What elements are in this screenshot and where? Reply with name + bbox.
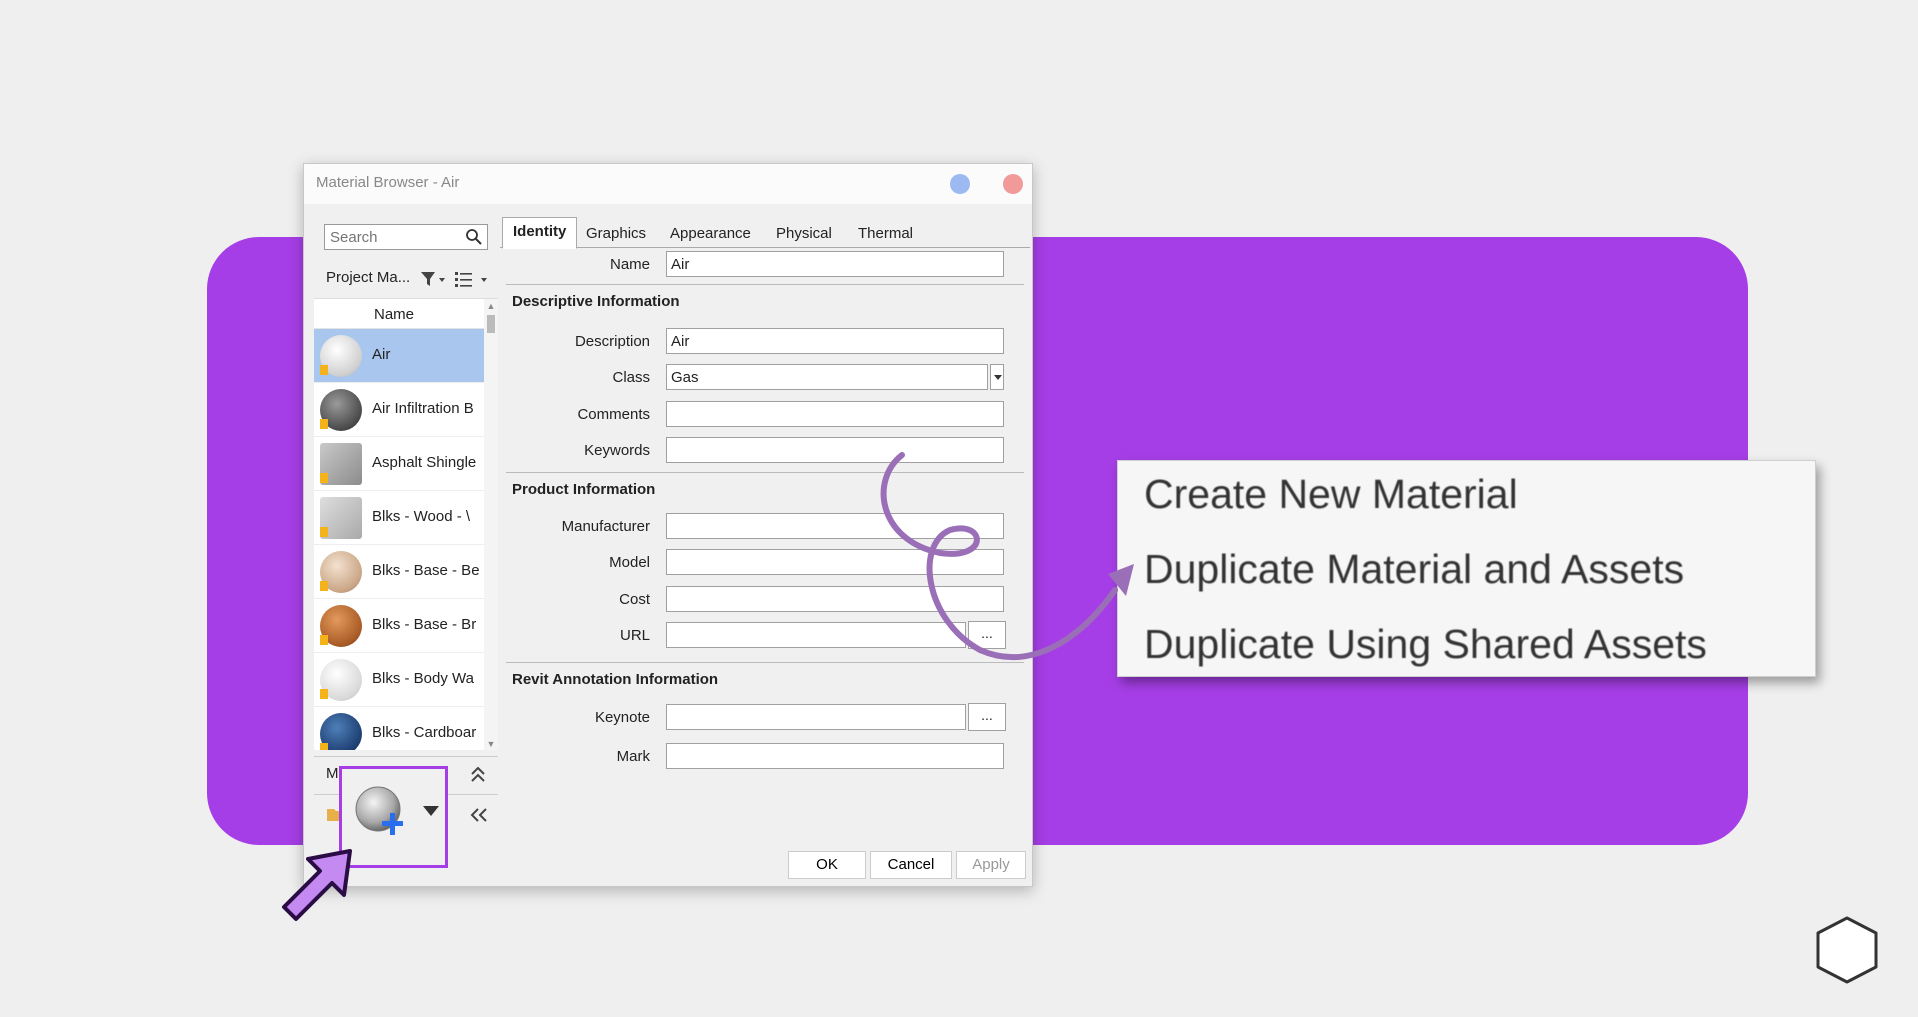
window-title: Material Browser - Air (316, 174, 460, 191)
material-badge (320, 419, 328, 429)
double-chevron-left-icon[interactable] (468, 805, 490, 825)
class-dropdown-button[interactable] (990, 364, 1004, 390)
material-list-pane: Project Ma... Name Air Air Infiltration … (314, 214, 498, 834)
class-label: Class (612, 369, 650, 386)
material-row[interactable]: Air (314, 329, 484, 383)
material-badge (320, 743, 328, 750)
new-material-icon[interactable] (354, 785, 410, 841)
minimize-button[interactable] (950, 174, 970, 194)
name-label: Name (609, 256, 650, 273)
material-badge (320, 635, 328, 645)
url-label: URL (619, 627, 650, 644)
search-box[interactable] (324, 224, 488, 250)
url-browse-button[interactable]: ... (968, 621, 1006, 649)
scroll-up-icon[interactable]: ▲ (486, 301, 496, 311)
keynote-label: Keynote (594, 709, 650, 726)
property-tabs: Identity Graphics Appearance Physical Th… (500, 214, 1030, 249)
menu-item-create-new-material[interactable]: Create New Material (1144, 471, 1518, 518)
description-input[interactable]: Air (666, 328, 1004, 354)
material-row[interactable]: Blks - Base - Br (314, 599, 484, 653)
create-material-menu: Create New Material Duplicate Material a… (1117, 460, 1816, 677)
section-divider (506, 284, 1024, 285)
ok-button[interactable]: OK (788, 851, 866, 879)
class-select[interactable]: Gas (666, 364, 988, 390)
mark-label: Mark (616, 748, 650, 765)
close-button[interactable] (1003, 174, 1023, 194)
search-icon[interactable] (465, 228, 483, 246)
filter-icon[interactable] (420, 270, 448, 288)
material-row[interactable]: Blks - Cardboar (314, 707, 484, 750)
name-input[interactable]: Air (666, 251, 1004, 277)
title-bar[interactable]: Material Browser - Air (304, 164, 1032, 204)
section-divider (506, 472, 1024, 473)
material-badge (320, 473, 328, 483)
library-selector-row: Project Ma... (314, 260, 498, 296)
create-material-button-highlight[interactable] (339, 766, 448, 868)
comments-input[interactable] (666, 401, 1004, 427)
material-row[interactable]: Asphalt Shingle (314, 437, 484, 491)
tab-physical[interactable]: Physical (766, 220, 842, 248)
material-badge (320, 689, 328, 699)
description-label: Description (574, 333, 650, 350)
keynote-browse-button[interactable]: ... (968, 703, 1006, 731)
section-descriptive-title: Descriptive Information (512, 293, 680, 310)
manufacturer-label: Manufacturer (561, 518, 650, 535)
material-row[interactable]: Blks - Body Wa (314, 653, 484, 707)
scroll-thumb[interactable] (487, 315, 495, 333)
url-input[interactable] (666, 622, 966, 648)
cost-input[interactable] (666, 586, 1004, 612)
tab-appearance[interactable]: Appearance (660, 220, 761, 248)
tab-identity[interactable]: Identity (502, 217, 578, 249)
keynote-input[interactable] (666, 704, 966, 730)
material-row[interactable]: Blks - Base - Be (314, 545, 484, 599)
library-panel-label: M (326, 765, 339, 782)
search-input[interactable] (325, 225, 455, 249)
scroll-down-icon[interactable]: ▼ (486, 739, 496, 749)
model-label: Model (609, 554, 650, 571)
comments-label: Comments (577, 406, 650, 423)
menu-item-duplicate-material-and-assets[interactable]: Duplicate Material and Assets (1144, 546, 1684, 593)
material-row[interactable]: Air Infiltration B (314, 383, 484, 437)
manufacturer-input[interactable] (666, 513, 1004, 539)
keywords-input[interactable] (666, 437, 1004, 463)
menu-item-duplicate-using-shared-assets[interactable]: Duplicate Using Shared Assets (1144, 621, 1707, 668)
double-chevron-up-icon[interactable] (468, 763, 488, 785)
section-annotation-title: Revit Annotation Information (512, 671, 719, 688)
section-divider (506, 662, 1024, 663)
mark-input[interactable] (666, 743, 1004, 769)
tab-thermal[interactable]: Thermal (848, 220, 923, 248)
material-list: Name Air Air Infiltration B Asphalt Shin… (314, 298, 498, 750)
material-badge (320, 527, 328, 537)
view-options-icon[interactable] (454, 270, 494, 288)
apply-button[interactable]: Apply (956, 851, 1026, 879)
pointer-arrow-icon (282, 849, 352, 921)
material-badge (320, 581, 328, 591)
model-input[interactable] (666, 549, 1004, 575)
cost-label: Cost (619, 591, 650, 608)
dropdown-arrow-icon[interactable] (422, 805, 440, 817)
material-badge (320, 365, 328, 375)
material-row[interactable]: Blks - Wood - \ (314, 491, 484, 545)
library-selector[interactable]: Project Ma... (326, 269, 410, 286)
cube-logo-icon (1816, 916, 1878, 984)
section-product-title: Product Information (512, 481, 656, 498)
tab-graphics[interactable]: Graphics (576, 220, 656, 248)
keywords-label: Keywords (584, 442, 650, 459)
list-scrollbar[interactable]: ▲ ▼ (484, 299, 498, 750)
list-header[interactable]: Name (314, 299, 484, 329)
cancel-button[interactable]: Cancel (870, 851, 952, 879)
